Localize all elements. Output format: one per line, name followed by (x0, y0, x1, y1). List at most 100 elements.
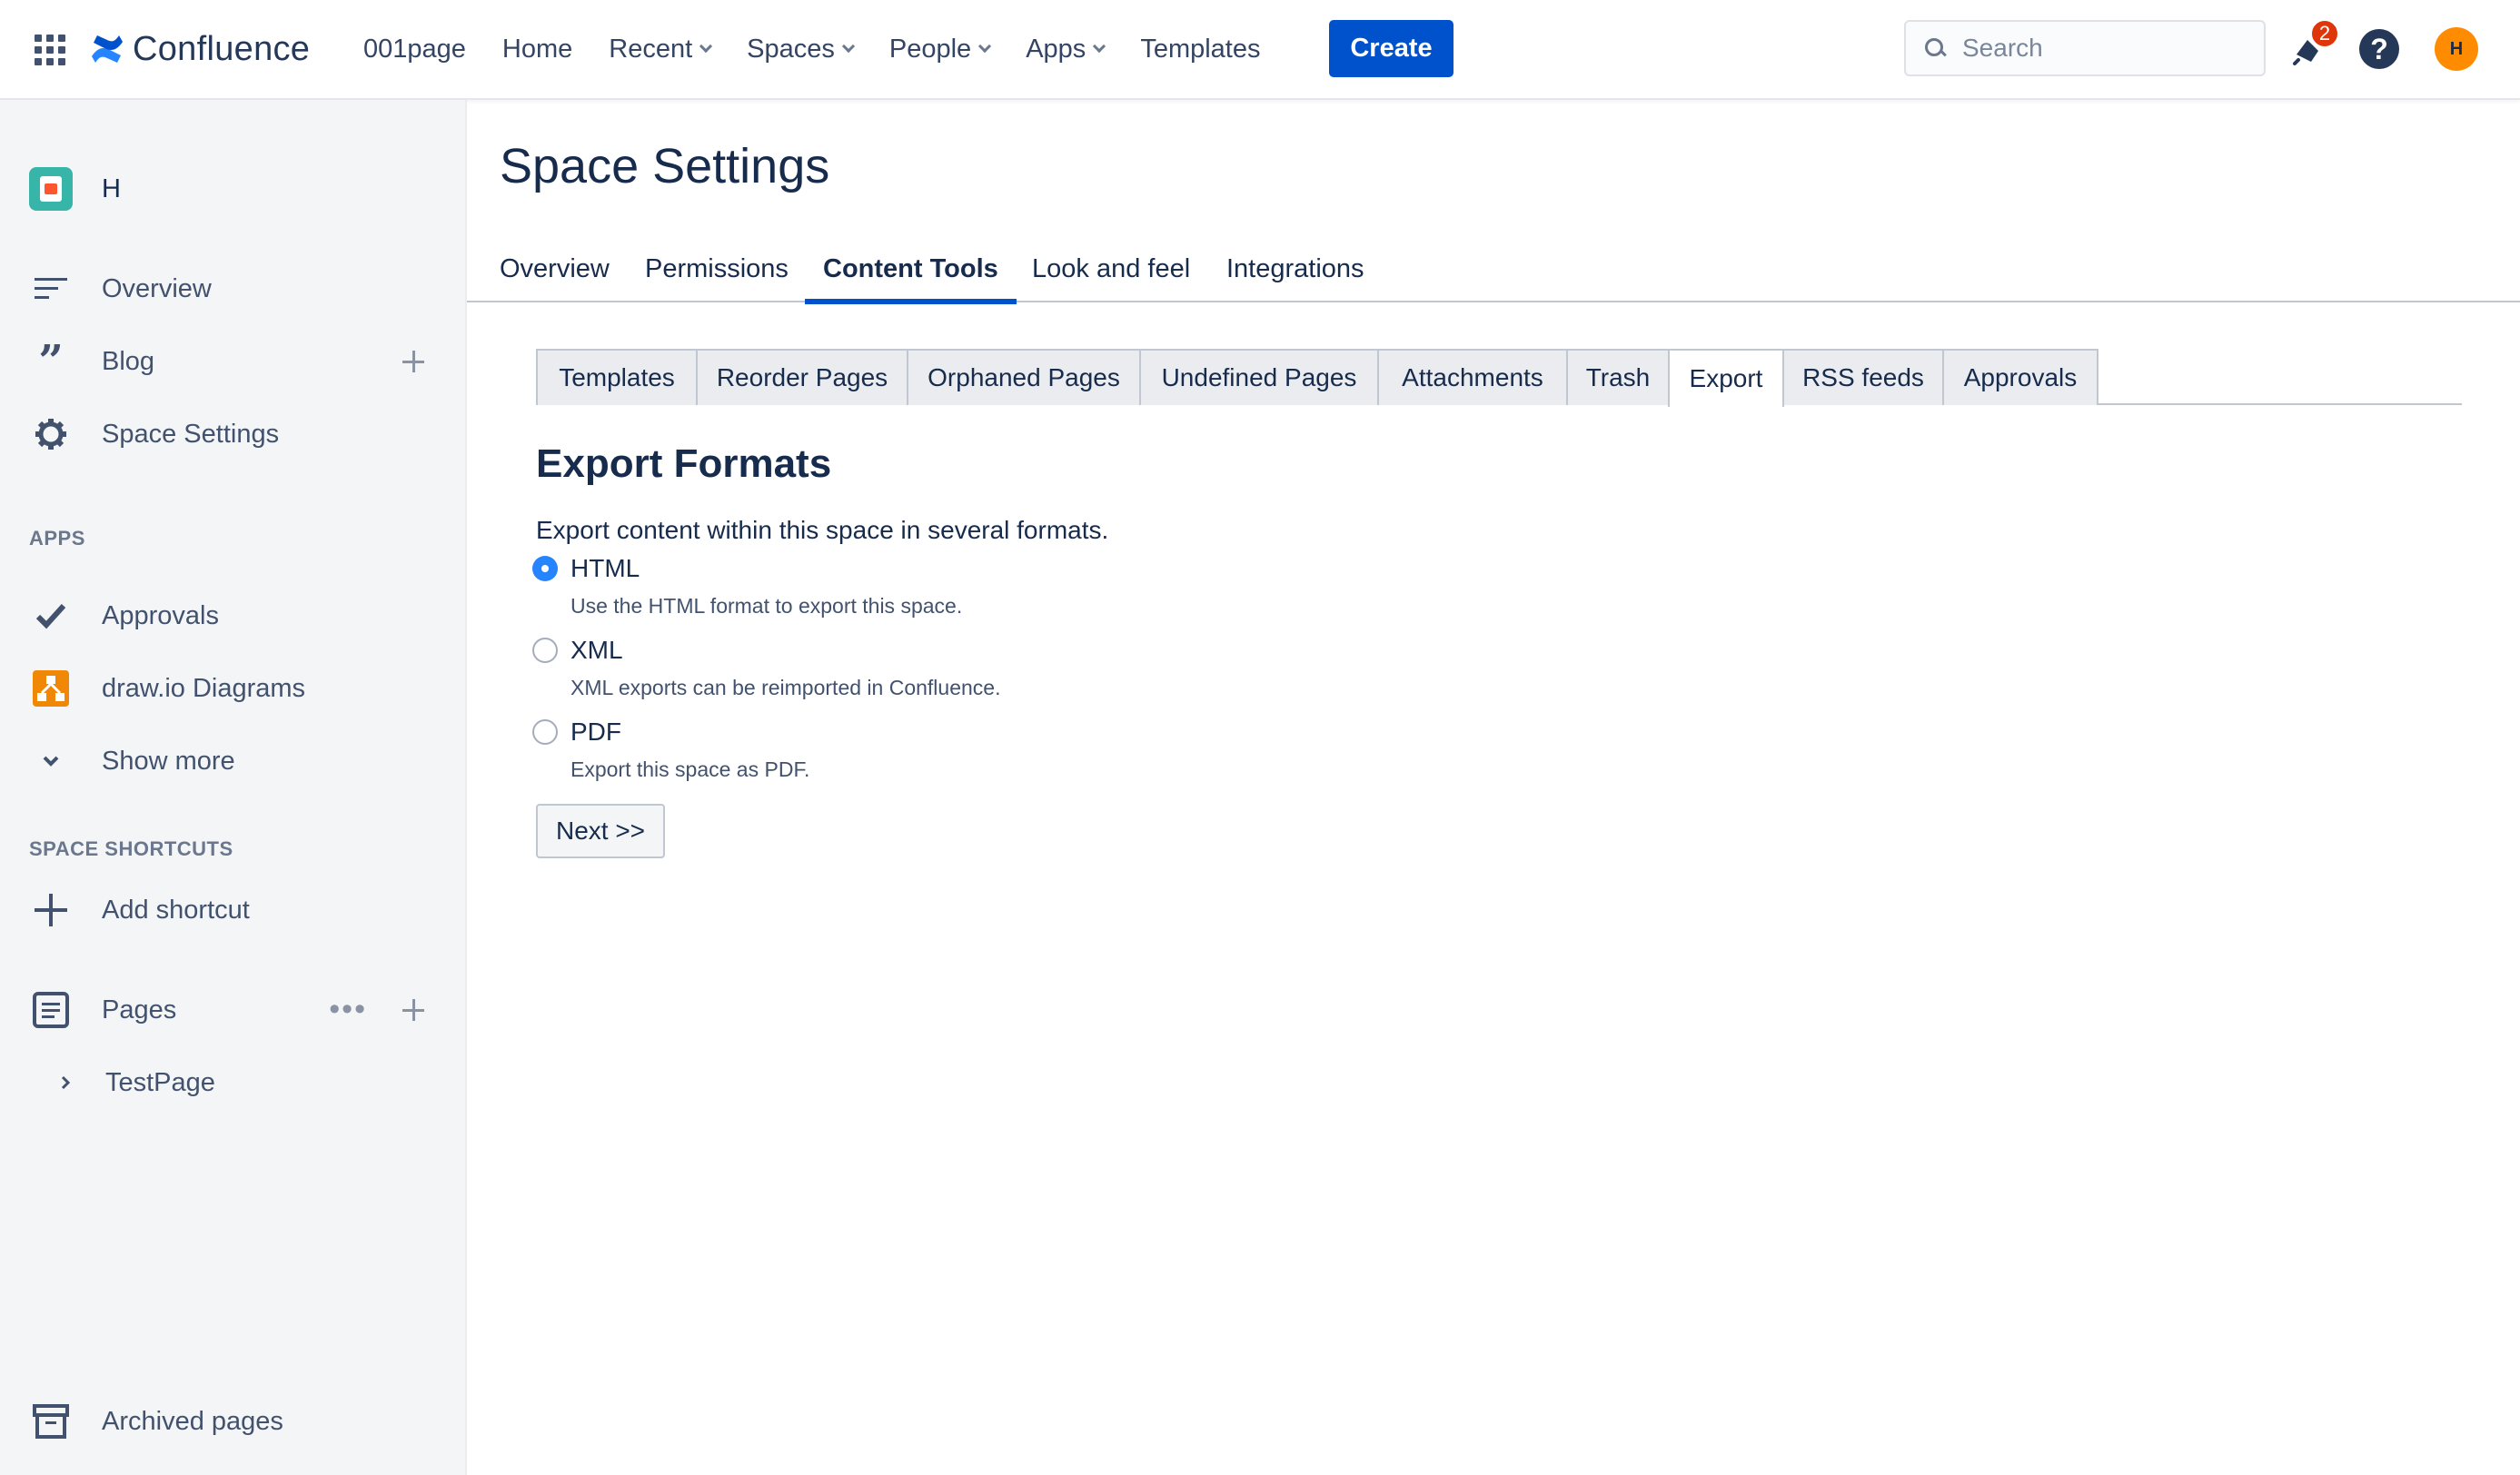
nav-apps[interactable]: Apps (1026, 34, 1106, 64)
sidebar-item-label: Approvals (102, 600, 219, 630)
notifications-button[interactable]: 2 (2289, 18, 2340, 69)
tab-look-and-feel[interactable]: Look and feel (1032, 236, 1190, 302)
sidebar-item-label: draw.io Diagrams (102, 673, 306, 703)
sidebar-item-label: Space Settings (102, 419, 280, 449)
plus-icon (29, 888, 73, 932)
export-option-xml[interactable]: XML XML exports can be reimported in Con… (532, 634, 1000, 700)
sidebar-archived-pages[interactable]: Archived pages (29, 1399, 429, 1444)
sidebar-item-label: Pages (102, 995, 177, 1025)
nav-home[interactable]: Home (502, 35, 572, 64)
chevron-down-icon (1093, 39, 1106, 54)
add-blog-icon[interactable] (398, 346, 429, 377)
page-tree-item[interactable]: TestPage (58, 1060, 458, 1105)
archive-icon (29, 1400, 73, 1443)
brand-name: Confluence (133, 29, 311, 68)
nav-label: Spaces (747, 34, 835, 64)
nav-people[interactable]: People (888, 34, 992, 64)
subtab-undefined-pages[interactable]: Undefined Pages (1139, 349, 1379, 405)
sidebar-item-overview[interactable]: Overview (29, 266, 429, 312)
page-title: Space Settings (500, 139, 830, 193)
sidebar-show-more[interactable]: Show more (29, 738, 429, 784)
nav-label: People (888, 34, 972, 64)
export-option-pdf[interactable]: PDF Export this space as PDF. (532, 716, 809, 782)
content-tools-subtabs: Templates Reorder Pages Orphaned Pages U… (536, 349, 2462, 407)
tab-overview[interactable]: Overview (500, 236, 610, 302)
nav-label: 001page (363, 34, 466, 64)
settings-tabs: Overview Permissions Content Tools Look … (467, 236, 2520, 304)
subtab-export[interactable]: Export (1668, 349, 1784, 407)
sidebar-item-space-settings[interactable]: Space Settings (29, 411, 429, 457)
apps-heading: APPS (29, 527, 85, 549)
avatar[interactable]: H (2435, 27, 2478, 71)
chevron-down-icon (29, 739, 73, 783)
subtab-approvals[interactable]: Approvals (1942, 349, 2098, 405)
page-tree-label: TestPage (105, 1067, 215, 1097)
tab-content-tools[interactable]: Content Tools (805, 236, 1017, 304)
help-icon[interactable]: ? (2359, 29, 2399, 69)
option-label: PDF (570, 718, 621, 746)
next-button[interactable]: Next >> (536, 804, 665, 858)
nav-spaces[interactable]: Spaces (747, 34, 855, 64)
confluence-logo-icon (92, 35, 123, 63)
checkmark-icon (29, 594, 73, 638)
nav-recent[interactable]: Recent (609, 34, 713, 64)
sidebar-item-label: Blog (102, 346, 155, 376)
sidebar: H Overview ” Blog Space Settings APPS Ap… (0, 100, 467, 1475)
option-description: Export this space as PDF. (570, 757, 810, 781)
more-options-icon[interactable]: ••• (329, 994, 367, 1025)
nav-label: Templates (1140, 34, 1261, 64)
chevron-down-icon (699, 39, 713, 54)
export-option-html[interactable]: HTML Use the HTML format to export this … (532, 552, 962, 619)
option-description: XML exports can be reimported in Conflue… (570, 676, 1001, 699)
search-icon (1924, 37, 1946, 59)
chevron-down-icon (841, 39, 855, 54)
export-intro-text: Export content within this space in seve… (536, 516, 1109, 544)
search-box[interactable] (1904, 20, 2266, 76)
sidebar-item-label: Show more (102, 746, 235, 776)
sidebar-item-approvals[interactable]: Approvals (29, 593, 429, 639)
sidebar-item-drawio[interactable]: draw.io Diagrams (29, 666, 429, 711)
add-page-icon[interactable] (398, 995, 429, 1025)
space-header[interactable]: H (29, 167, 121, 211)
xml-radio[interactable] (532, 638, 558, 663)
pdf-radio[interactable] (532, 719, 558, 745)
search-input[interactable] (1962, 34, 2235, 63)
tab-integrations[interactable]: Integrations (1226, 236, 1364, 302)
space-avatar-icon (29, 167, 73, 211)
sidebar-item-pages[interactable]: Pages ••• (29, 987, 429, 1033)
subtab-reorder-pages[interactable]: Reorder Pages (696, 349, 908, 405)
option-description: Use the HTML format to export this space… (570, 594, 963, 618)
nav-templates[interactable]: Templates (1140, 35, 1260, 64)
nav-label: Recent (609, 34, 693, 64)
app-switcher-icon[interactable] (35, 35, 65, 65)
chevron-right-icon (58, 1061, 73, 1104)
nav-label: Home (501, 34, 573, 64)
pages-icon (29, 988, 73, 1032)
space-shortcuts-heading: SPACE SHORTCUTS (29, 837, 233, 860)
export-formats-heading: Export Formats (536, 441, 832, 486)
sidebar-add-shortcut[interactable]: Add shortcut (29, 887, 429, 933)
sidebar-item-label: Overview (102, 273, 212, 303)
create-button[interactable]: Create (1329, 20, 1453, 77)
main-content: Space Settings Overview Permissions Cont… (467, 100, 2520, 1475)
subtab-templates[interactable]: Templates (536, 349, 698, 405)
html-radio[interactable] (532, 556, 558, 581)
space-name: H (102, 173, 121, 203)
confluence-logo[interactable]: Confluence (89, 25, 310, 73)
nav-label: Apps (1026, 34, 1086, 64)
quote-icon: ” (38, 336, 64, 387)
top-navigation: Confluence 001page Home Recent Spaces Pe… (0, 0, 2520, 100)
subtab-attachments[interactable]: Attachments (1377, 349, 1568, 405)
subtab-trash[interactable]: Trash (1566, 349, 1670, 405)
notification-badge: 2 (2309, 18, 2340, 49)
option-label: XML (570, 636, 623, 664)
option-label: HTML (570, 554, 640, 582)
sidebar-item-blog[interactable]: ” Blog (29, 336, 429, 387)
subtab-rss-feeds[interactable]: RSS feeds (1782, 349, 1944, 405)
tab-permissions[interactable]: Permissions (645, 236, 789, 302)
sidebar-item-label: Archived pages (102, 1406, 283, 1436)
nav-001page[interactable]: 001page (363, 35, 466, 64)
subtab-orphaned-pages[interactable]: Orphaned Pages (907, 349, 1141, 405)
gear-icon (29, 412, 73, 456)
sidebar-item-label: Add shortcut (102, 895, 250, 925)
